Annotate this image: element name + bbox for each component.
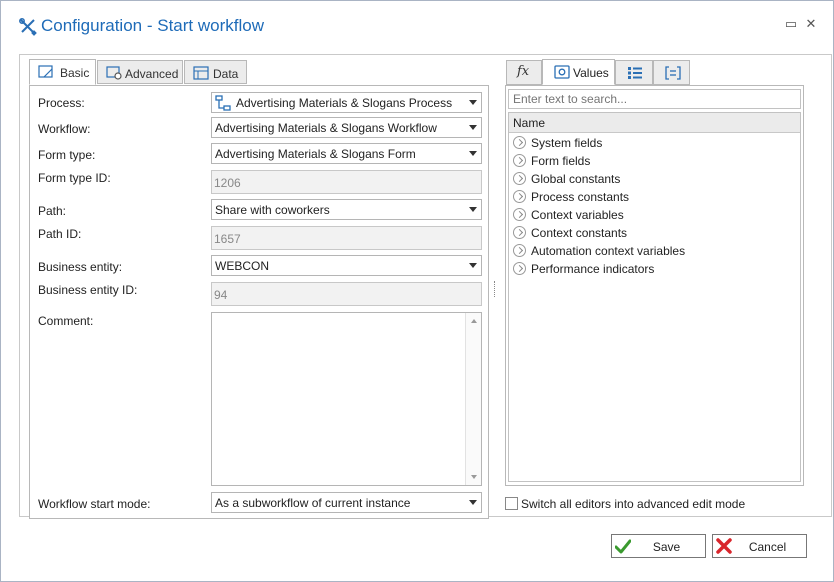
- business-entity-id-field: 94: [211, 282, 482, 306]
- path-dropdown[interactable]: Share with coworkers: [211, 199, 482, 220]
- workflow-dropdown[interactable]: Advertising Materials & Slogans Workflow: [211, 117, 482, 138]
- basic-tab-icon: [38, 65, 53, 78]
- tab-data-label: Data: [213, 67, 239, 81]
- list-item-label: Performance indicators: [531, 262, 655, 276]
- path-id-value: 1657: [214, 232, 241, 246]
- list-item-label: Form fields: [531, 154, 591, 168]
- list-item-label: System fields: [531, 136, 603, 150]
- list-item-performance-indicators[interactable]: Performance indicators: [512, 260, 792, 278]
- list-item-system-fields[interactable]: System fields: [512, 134, 792, 152]
- values-search-input[interactable]: [508, 89, 801, 109]
- tab-list[interactable]: [615, 60, 653, 85]
- advanced-tab-icon: [106, 66, 122, 80]
- arrow-right-circle-icon: [513, 244, 526, 257]
- save-button-label: Save: [652, 540, 681, 554]
- list-item-label: Automation context variables: [531, 244, 686, 258]
- tools-icon: [19, 18, 37, 36]
- comment-scrollbar[interactable]: [465, 313, 481, 485]
- cancel-button[interactable]: Cancel: [712, 534, 807, 558]
- tab-advanced-label: Advanced: [125, 67, 179, 81]
- tab-basic[interactable]: Basic: [29, 59, 96, 85]
- business-entity-label: Business entity:: [38, 260, 123, 274]
- business-entity-id-label: Business entity ID:: [38, 283, 138, 297]
- title-bar: Configuration - Start workflow ▭ ✕: [1, 1, 833, 53]
- business-entity-id-value: 94: [214, 288, 228, 302]
- list-item-label: Process constants: [531, 190, 630, 204]
- advanced-mode-option: Switch all editors into advanced edit mo…: [505, 497, 805, 513]
- list-item-label: Context constants: [531, 226, 628, 240]
- list-item-context-constants[interactable]: Context constants: [512, 224, 792, 242]
- chevron-down-icon: [469, 100, 477, 105]
- chevron-down-icon: [469, 125, 477, 130]
- scroll-down-icon[interactable]: [471, 475, 477, 479]
- list-item-label: Global constants: [531, 172, 621, 186]
- tab-brackets[interactable]: [653, 60, 690, 85]
- chevron-down-icon: [469, 207, 477, 212]
- form-type-dropdown[interactable]: Advertising Materials & Slogans Form: [211, 143, 482, 164]
- tab-basic-label: Basic: [60, 66, 90, 80]
- dialog-title: Configuration - Start workflow: [41, 16, 264, 35]
- values-list: Name System fields Form fields Global co…: [508, 112, 801, 482]
- start-mode-dropdown[interactable]: As a subworkflow of current instance: [211, 492, 482, 513]
- list-icon: [628, 67, 642, 79]
- arrow-right-circle-icon: [513, 154, 526, 167]
- data-tab-icon: [193, 66, 209, 80]
- bracket-icon: [665, 66, 681, 80]
- comment-label: Comment:: [38, 314, 94, 328]
- form-type-id-label: Form type ID:: [38, 171, 111, 185]
- tab-values-label: Values: [573, 66, 609, 80]
- configuration-dialog: Configuration - Start workflow ▭ ✕ Basic…: [0, 0, 834, 582]
- path-value: Share with coworkers: [215, 203, 330, 217]
- arrow-right-circle-icon: [513, 262, 526, 275]
- process-label: Process:: [38, 96, 85, 110]
- list-item-context-variables[interactable]: Context variables: [512, 206, 792, 224]
- tab-advanced[interactable]: Advanced: [97, 60, 183, 84]
- arrow-right-circle-icon: [513, 226, 526, 239]
- start-mode-value: As a subworkflow of current instance: [215, 496, 411, 510]
- process-value: Advertising Materials & Slogans Process: [236, 96, 453, 110]
- list-item-form-fields[interactable]: Form fields: [512, 152, 792, 170]
- function-fx-icon: fx: [517, 64, 530, 79]
- path-id-field: 1657: [211, 226, 482, 250]
- start-mode-label: Workflow start mode:: [38, 497, 151, 511]
- list-item-process-constants[interactable]: Process constants: [512, 188, 792, 206]
- chevron-down-icon: [469, 263, 477, 268]
- list-item-global-constants[interactable]: Global constants: [512, 170, 792, 188]
- panel-splitter[interactable]: [494, 281, 496, 297]
- form-type-id-value: 1206: [214, 176, 241, 190]
- form-type-value: Advertising Materials & Slogans Form: [215, 147, 416, 161]
- workflow-value: Advertising Materials & Slogans Workflow: [215, 121, 437, 135]
- advanced-mode-label[interactable]: Switch all editors into advanced edit mo…: [521, 497, 745, 511]
- maximize-button[interactable]: ▭: [784, 17, 798, 31]
- process-icon: [215, 95, 231, 111]
- comment-textarea[interactable]: [211, 312, 482, 486]
- path-label: Path:: [38, 204, 67, 218]
- form-type-label: Form type:: [38, 148, 96, 162]
- cancel-button-label: Cancel: [748, 540, 787, 554]
- list-item-label: Context variables: [531, 208, 624, 222]
- save-button[interactable]: Save: [611, 534, 706, 558]
- tab-functions[interactable]: fx: [506, 60, 542, 85]
- arrow-right-circle-icon: [513, 190, 526, 203]
- path-id-label: Path ID:: [38, 227, 82, 241]
- process-dropdown[interactable]: Advertising Materials & Slogans Process: [211, 92, 482, 113]
- chevron-down-icon: [469, 151, 477, 156]
- column-header-name[interactable]: Name: [509, 113, 800, 133]
- list-item-automation-context-variables[interactable]: Automation context variables: [512, 242, 792, 260]
- business-entity-value: WEBCON: [215, 259, 269, 273]
- workflow-label: Workflow:: [38, 122, 91, 136]
- chevron-down-icon: [469, 500, 477, 505]
- tab-data[interactable]: Data: [184, 60, 247, 84]
- business-entity-dropdown[interactable]: WEBCON: [211, 255, 482, 276]
- tab-values[interactable]: Values: [542, 59, 615, 85]
- arrow-right-circle-icon: [513, 208, 526, 221]
- arrow-right-circle-icon: [513, 136, 526, 149]
- form-type-id-field: 1206: [211, 170, 482, 194]
- close-button[interactable]: ✕: [804, 17, 818, 31]
- scroll-up-icon[interactable]: [471, 319, 477, 323]
- values-icon: [554, 65, 570, 79]
- advanced-mode-checkbox[interactable]: [505, 497, 518, 510]
- arrow-right-circle-icon: [513, 172, 526, 185]
